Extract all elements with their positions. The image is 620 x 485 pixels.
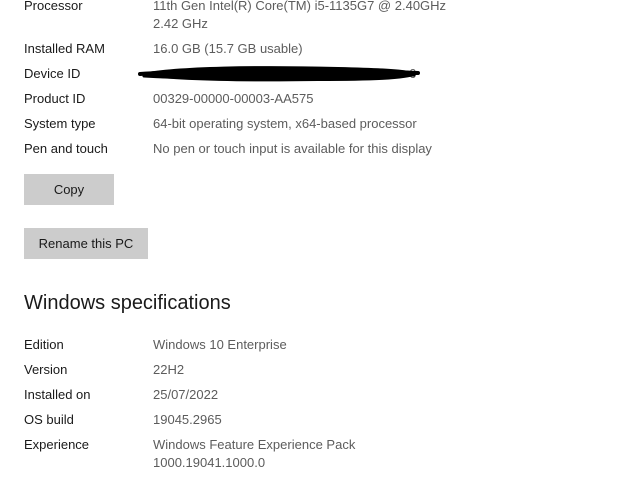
version-value: 22H2 [153,362,185,377]
windows-specifications-heading: Windows specifications [24,292,231,314]
os-build-label: OS build [24,412,74,427]
system-type-value: 64-bit operating system, x64-based proce… [153,116,417,131]
os-build-value: 19045.2965 [153,412,222,427]
experience-value: Windows Feature Experience Pack 1000.190… [153,436,593,472]
processor-value: 11th Gen Intel(R) Core(TM) i5-1135G7 @ 2… [153,0,593,33]
experience-value-line1: Windows Feature Experience Pack [153,437,356,452]
edition-label: Edition [24,337,64,352]
pen-touch-value: No pen or touch input is available for t… [153,141,432,156]
device-id-label: Device ID [24,66,81,81]
installed-on-label: Installed on [24,387,91,402]
rename-pc-button[interactable]: Rename this PC [24,228,148,259]
installed-on-value: 25/07/2022 [153,387,219,402]
processor-value-line1: 11th Gen Intel(R) Core(TM) i5-1135G7 @ 2… [153,0,447,13]
pen-touch-label: Pen and touch [24,141,108,156]
copy-button[interactable]: Copy [24,174,114,205]
redaction-scribble [138,66,420,82]
experience-value-line2: 1000.19041.1000.0 [153,455,266,470]
processor-value-line2: 2.42 GHz [153,16,208,31]
experience-label: Experience [24,437,90,452]
product-id-value: 00329-00000-00003-AA575 [153,91,314,106]
version-label: Version [24,362,68,377]
processor-label: Processor [24,0,83,13]
installed-ram-label: Installed RAM [24,41,105,56]
system-type-label: System type [24,116,96,131]
product-id-label: Product ID [24,91,86,106]
edition-value: Windows 10 Enterprise [153,337,287,352]
installed-ram-value: 16.0 GB (15.7 GB usable) [153,41,303,56]
